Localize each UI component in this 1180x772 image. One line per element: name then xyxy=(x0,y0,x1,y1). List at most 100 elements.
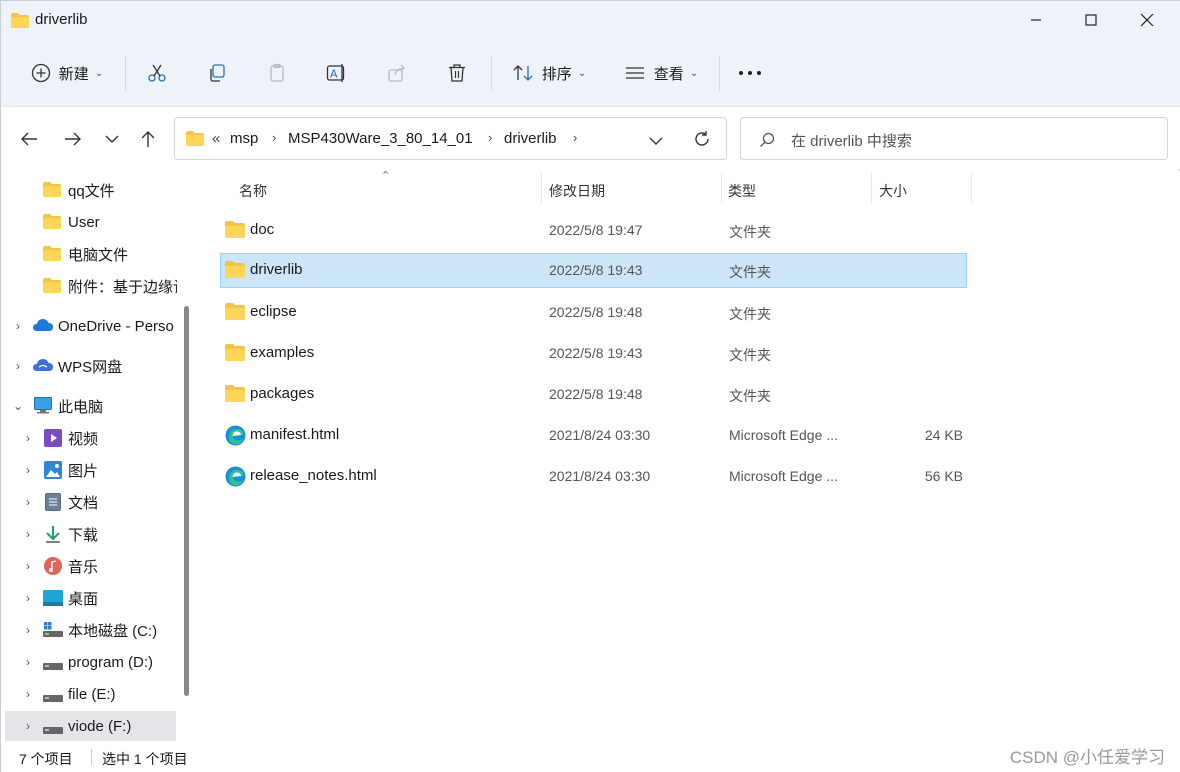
address-bar[interactable]: « msp › MSP430Ware_3_80_14_01 › driverli… xyxy=(174,117,727,160)
close-icon xyxy=(1140,13,1154,27)
close-button[interactable] xyxy=(1120,1,1174,39)
sidebar-item-attachment[interactable]: 附件：基于边缘计 xyxy=(1,271,177,301)
chevron-right-icon[interactable]: › xyxy=(488,130,492,145)
picture-icon xyxy=(44,461,62,479)
chevron-right-icon[interactable]: › xyxy=(573,130,577,145)
back-button[interactable] xyxy=(15,125,43,153)
column-header-name[interactable]: 名称 xyxy=(239,181,267,201)
sidebar-item-user[interactable]: User xyxy=(1,207,177,237)
sidebar-item-label: 音乐 xyxy=(68,558,99,576)
chevron-right-icon[interactable]: › xyxy=(22,495,34,509)
column-header-date[interactable]: 修改日期 xyxy=(549,181,605,201)
sidebar-item-onedrive[interactable]: › OneDrive - Perso xyxy=(1,311,177,341)
search-box[interactable]: 在 driverlib 中搜索 xyxy=(740,117,1168,160)
sidebar-item-label: qq文件 xyxy=(68,182,115,200)
chevron-right-icon[interactable]: › xyxy=(22,591,34,605)
toolbar-divider xyxy=(491,55,492,91)
sidebar-scrollbar[interactable] xyxy=(184,306,189,696)
chevron-right-icon[interactable]: › xyxy=(22,463,34,477)
file-name: doc xyxy=(250,221,275,238)
delete-button[interactable] xyxy=(439,55,475,91)
chevron-right-icon[interactable]: › xyxy=(22,527,34,541)
address-overflow[interactable]: « xyxy=(212,130,220,147)
file-name: driverlib xyxy=(250,261,303,278)
folder-icon xyxy=(43,246,61,264)
breadcrumb-driverlib[interactable]: driverlib xyxy=(504,130,557,147)
drive-icon xyxy=(43,690,63,708)
minimize-button[interactable] xyxy=(1009,1,1063,39)
file-type: 文件夹 xyxy=(729,306,771,322)
chevron-right-icon[interactable]: › xyxy=(22,623,34,637)
new-button[interactable]: 新建 ⌄ xyxy=(21,55,113,91)
rename-button[interactable]: A xyxy=(319,55,355,91)
column-header-size[interactable]: 大小 xyxy=(879,181,907,201)
sidebar-item-qq[interactable]: qq文件 xyxy=(1,175,177,205)
sidebar-item-music[interactable]: › 音乐 xyxy=(1,551,177,581)
chevron-right-icon[interactable]: › xyxy=(22,687,34,701)
chevron-right-icon[interactable]: › xyxy=(12,319,24,333)
drive-icon xyxy=(43,722,63,740)
file-row[interactable]: examples 2022/5/8 19:43 文件夹 xyxy=(220,336,967,371)
sidebar-item-label: OneDrive - Perso xyxy=(58,317,174,335)
up-button[interactable] xyxy=(134,125,162,153)
chevron-right-icon[interactable]: › xyxy=(22,655,34,669)
chevron-right-icon[interactable]: › xyxy=(272,130,276,145)
column-header-type[interactable]: 类型 xyxy=(728,181,756,201)
chevron-right-icon[interactable]: › xyxy=(12,359,24,373)
breadcrumb-msp[interactable]: msp xyxy=(230,130,258,147)
column-divider[interactable] xyxy=(541,173,542,203)
file-date: 2022/5/8 19:48 xyxy=(549,304,643,320)
chevron-down-icon[interactable]: ⌄ xyxy=(12,399,24,413)
maximize-button[interactable] xyxy=(1064,1,1118,39)
search-icon xyxy=(759,132,775,152)
file-row[interactable]: driverlib 2022/5/8 19:43 文件夹 xyxy=(220,253,967,288)
column-divider[interactable] xyxy=(721,173,722,203)
refresh-button[interactable] xyxy=(693,130,711,152)
share-button[interactable] xyxy=(379,55,415,91)
forward-button[interactable] xyxy=(59,125,87,153)
sidebar-item-wps[interactable]: › WPS网盘 xyxy=(1,351,177,381)
sidebar-item-downloads[interactable]: › 下载 xyxy=(1,519,177,549)
file-row[interactable]: release_notes.html 2021/8/24 03:30 Micro… xyxy=(220,459,967,494)
more-options-button[interactable] xyxy=(731,55,769,91)
sidebar-item-drive-c[interactable]: › 本地磁盘 (C:) xyxy=(1,615,177,645)
column-divider[interactable] xyxy=(871,173,872,203)
cut-button[interactable] xyxy=(139,55,175,91)
watermark: CSDN @小任爱学习 xyxy=(1009,748,1165,767)
folder-icon xyxy=(225,344,245,362)
sidebar-item-this-pc[interactable]: ⌄ 此电脑 xyxy=(1,391,177,421)
chevron-right-icon[interactable]: › xyxy=(22,719,34,733)
sidebar-item-drive-f[interactable]: › viode (F:) xyxy=(5,711,176,741)
sidebar-item-pictures[interactable]: › 图片 xyxy=(1,455,177,485)
maximize-icon xyxy=(1085,14,1097,26)
file-row[interactable]: eclipse 2022/5/8 19:48 文件夹 xyxy=(220,295,967,330)
chevron-right-icon[interactable]: › xyxy=(22,559,34,573)
sidebar-item-desktop[interactable]: › 桌面 xyxy=(1,583,177,613)
recent-locations-button[interactable] xyxy=(98,125,126,153)
sidebar-item-label: 电脑文件 xyxy=(68,246,129,264)
address-history-button[interactable] xyxy=(649,133,663,150)
breadcrumb-msp430ware[interactable]: MSP430Ware_3_80_14_01 xyxy=(288,130,473,147)
file-type: 文件夹 xyxy=(729,264,771,280)
file-date: 2022/5/8 19:43 xyxy=(549,262,643,278)
sort-button[interactable]: 排序 ⌄ xyxy=(505,55,593,91)
new-label: 新建 xyxy=(58,65,89,83)
sidebar-item-drive-d[interactable]: › program (D:) xyxy=(1,647,177,677)
copy-button[interactable] xyxy=(199,55,235,91)
file-row[interactable]: doc 2022/5/8 19:47 文件夹 xyxy=(220,213,967,248)
file-row[interactable]: packages 2022/5/8 19:48 文件夹 xyxy=(220,377,967,412)
sidebar-item-drive-e[interactable]: › file (E:) xyxy=(1,679,177,709)
command-bar: 新建 ⌄ A 排序 ⌄ 查看 ⌄ xyxy=(1,41,1180,107)
view-button[interactable]: 查看 ⌄ xyxy=(615,55,707,91)
sidebar-item-computer-files[interactable]: 电脑文件 xyxy=(1,239,177,269)
folder-icon xyxy=(186,131,204,150)
plus-circle-icon xyxy=(31,63,50,83)
file-row[interactable]: manifest.html 2021/8/24 03:30 Microsoft … xyxy=(220,418,967,453)
sidebar-item-documents[interactable]: › 文档 xyxy=(1,487,177,517)
paste-button[interactable] xyxy=(259,55,295,91)
chevron-right-icon[interactable]: › xyxy=(22,431,34,445)
file-date: 2021/8/24 03:30 xyxy=(549,468,651,484)
sidebar-item-videos[interactable]: › 视频 xyxy=(1,423,177,453)
column-divider[interactable] xyxy=(971,173,972,203)
folder-icon xyxy=(225,261,245,279)
